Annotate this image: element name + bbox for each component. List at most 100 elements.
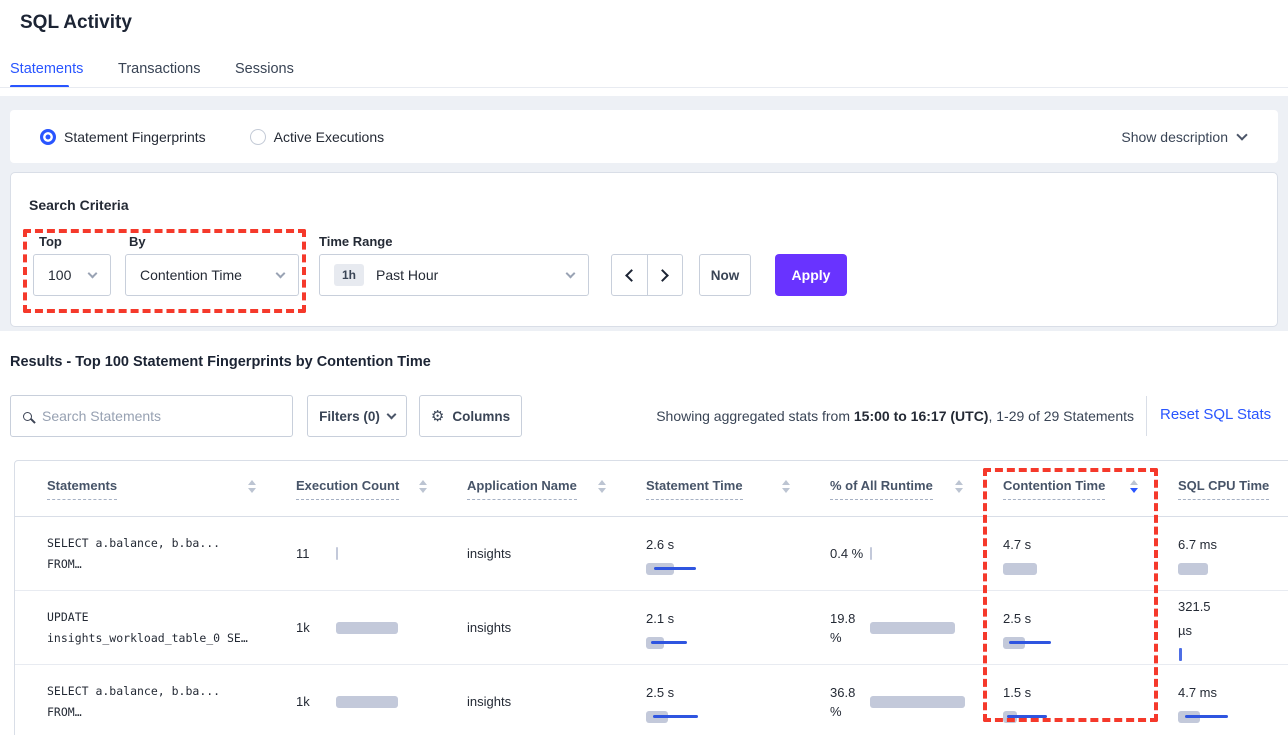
metric-value: 0.4 % xyxy=(830,544,870,563)
columns-button[interactable]: ⚙ Columns xyxy=(419,395,522,437)
metric-bar xyxy=(870,622,930,634)
cell-pct-runtime: 36.8% xyxy=(816,665,989,735)
chevron-down-icon xyxy=(566,269,576,279)
metric-value: 1.5 s xyxy=(1003,681,1164,705)
column-header-label: Statement Time xyxy=(646,478,743,500)
bar-gray-segment xyxy=(1003,563,1037,575)
top-select-value: 100 xyxy=(48,267,71,283)
now-button[interactable]: Now xyxy=(699,254,751,296)
sort-desc-icon xyxy=(955,488,963,493)
radio-selected-icon[interactable] xyxy=(40,129,56,145)
by-select[interactable]: Contention Time xyxy=(125,254,299,296)
column-header-label: SQL CPU Time xyxy=(1178,478,1269,500)
metric-bar xyxy=(1003,711,1164,723)
radio-unselected-icon[interactable] xyxy=(250,129,266,145)
column-header-execution-count[interactable]: Execution Count xyxy=(282,461,453,516)
metric-bar xyxy=(870,548,930,560)
cell-statement-fingerprint[interactable]: UPDATEinsights_workload_table_0 SE… xyxy=(15,591,282,664)
table-row: SELECT a.balance, b.ba...FROM…1kinsights… xyxy=(15,665,1288,735)
tab-transactions[interactable]: Transactions xyxy=(118,61,200,77)
cell-contention-time: 2.5 s xyxy=(989,591,1164,664)
view-mode-panel: Statement Fingerprints Active Executions… xyxy=(10,110,1278,163)
show-description-toggle[interactable]: Show description xyxy=(1121,110,1246,163)
column-header-contention-time[interactable]: Contention Time xyxy=(989,461,1164,516)
search-criteria-card: Search Criteria Top By Time Range 100 Co… xyxy=(10,172,1278,327)
chevron-down-icon xyxy=(276,269,286,279)
radio-active-executions[interactable]: Active Executions xyxy=(250,129,385,145)
sort-desc-icon xyxy=(598,488,606,493)
time-range-pager xyxy=(611,254,683,296)
radio-label: Statement Fingerprints xyxy=(64,129,206,145)
search-criteria-title: Search Criteria xyxy=(29,197,129,213)
cell-contention-time: 4.7 s xyxy=(989,517,1164,590)
time-range-badge: 1h xyxy=(334,264,364,286)
cell-application: insights xyxy=(453,665,632,735)
sort-asc-icon xyxy=(598,480,606,485)
column-header-label: % of All Runtime xyxy=(830,478,933,500)
statement-text-line: FROM… xyxy=(47,702,282,723)
next-time-button[interactable] xyxy=(648,255,683,295)
top-select[interactable]: 100 xyxy=(33,254,111,296)
metric-bar xyxy=(646,711,816,723)
sort-asc-icon xyxy=(955,480,963,485)
reset-sql-stats-link[interactable]: Reset SQL Stats xyxy=(1160,406,1271,423)
filters-label: Filters (0) xyxy=(319,409,380,424)
column-header-application-name[interactable]: Application Name xyxy=(453,461,632,516)
cell-pct-runtime: 19.8% xyxy=(816,591,989,664)
metric-bar xyxy=(1003,637,1164,649)
bar-gray-segment xyxy=(336,547,338,560)
sort-icon[interactable] xyxy=(598,480,606,493)
search-statements-input[interactable] xyxy=(42,408,280,424)
cell-statement-fingerprint[interactable]: SELECT a.balance, b.ba...FROM… xyxy=(15,517,282,590)
tab-statements[interactable]: Statements xyxy=(10,61,83,77)
search-statements-box[interactable] xyxy=(10,395,293,437)
metric-bar xyxy=(1178,649,1288,661)
sort-desc-icon xyxy=(1130,488,1138,493)
metric-bar xyxy=(336,696,396,708)
apply-button[interactable]: Apply xyxy=(775,254,847,296)
metric-value: 2.5 s xyxy=(1003,607,1164,631)
statement-text-line: UPDATE xyxy=(47,607,282,628)
sort-desc-icon xyxy=(248,488,256,493)
metric-bar xyxy=(870,696,930,708)
filters-button[interactable]: Filters (0) xyxy=(307,395,407,437)
column-header--of-all-runtime[interactable]: % of All Runtime xyxy=(816,461,989,516)
aggregated-stats-text: Showing aggregated stats from 15:00 to 1… xyxy=(656,408,1134,424)
table-body: SELECT a.balance, b.ba...FROM…11insights… xyxy=(15,517,1288,735)
cell-statement-fingerprint[interactable]: SELECT a.balance, b.ba...FROM… xyxy=(15,665,282,735)
metric-value: 1k xyxy=(296,618,336,637)
statements-table: StatementsExecution CountApplication Nam… xyxy=(14,460,1288,735)
cell-cpu-time: 6.7 ms xyxy=(1164,517,1288,590)
metric-bar xyxy=(336,622,396,634)
table-header-row: StatementsExecution CountApplication Nam… xyxy=(15,461,1288,517)
tab-sessions[interactable]: Sessions xyxy=(235,61,294,77)
statement-text-line: SELECT a.balance, b.ba... xyxy=(47,533,282,554)
bar-gray-segment xyxy=(336,622,398,634)
sort-icon[interactable] xyxy=(248,480,256,493)
column-header-statement-time[interactable]: Statement Time xyxy=(632,461,816,516)
sql-activity-page: SQL Activity Statements Transactions Ses… xyxy=(0,0,1288,735)
metric-value: 2.5 s xyxy=(646,681,816,705)
column-header-sql-cpu-time[interactable]: SQL CPU Time xyxy=(1164,461,1288,516)
metric-bar xyxy=(336,548,396,560)
column-header-statements[interactable]: Statements xyxy=(15,461,282,516)
results-heading: Results - Top 100 Statement Fingerprints… xyxy=(10,354,431,370)
metric-value: insights xyxy=(467,618,511,637)
time-range-select[interactable]: 1h Past Hour xyxy=(319,254,589,296)
cell-cpu-time: 321.5µs xyxy=(1164,591,1288,664)
metric-value: 4.7 ms xyxy=(1178,681,1288,705)
sort-asc-icon xyxy=(419,480,427,485)
sort-icon[interactable] xyxy=(1130,480,1138,493)
by-select-value: Contention Time xyxy=(140,267,242,283)
metric-bar xyxy=(646,563,816,575)
sort-icon[interactable] xyxy=(782,480,790,493)
prev-time-button[interactable] xyxy=(612,255,648,295)
time-range-value: Past Hour xyxy=(376,267,438,283)
metric-value: 4.7 s xyxy=(1003,533,1164,557)
chevron-down-icon xyxy=(88,269,98,279)
radio-statement-fingerprints[interactable]: Statement Fingerprints xyxy=(40,129,206,145)
sort-icon[interactable] xyxy=(955,480,963,493)
tabs-divider xyxy=(0,87,1288,88)
sort-icon[interactable] xyxy=(419,480,427,493)
bar-blue-line xyxy=(1009,641,1051,644)
